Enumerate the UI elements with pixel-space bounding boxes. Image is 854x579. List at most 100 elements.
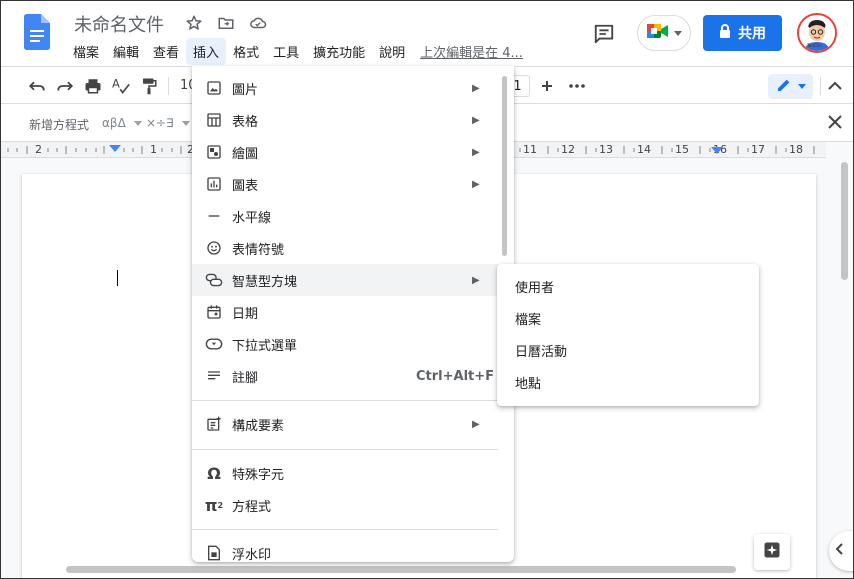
smart-chips-submenu: 使用者 檔案 日曆活動 地點: [497, 264, 759, 406]
docs-logo-icon[interactable]: [24, 14, 50, 50]
insert-menu: 圖片 ▶ 表格 ▶ 繪圖 ▶ 圖表 ▶ 水平線 表情符號 智慧型方塊 ▶ 日期 …: [192, 66, 514, 562]
submenu-item-place[interactable]: 地點: [497, 366, 759, 398]
ruler-tick-label: 18: [789, 143, 803, 156]
side-panel-toggle[interactable]: [829, 531, 854, 571]
menu-extensions[interactable]: 擴充功能: [306, 38, 372, 65]
chevron-down-icon: [674, 26, 682, 41]
greek-letters-menu[interactable]: αβΔ: [102, 116, 142, 130]
chevron-down-icon: [797, 79, 806, 94]
menu-item-horizontal-line[interactable]: 水平線: [192, 200, 514, 232]
right-indent-marker[interactable]: [711, 147, 723, 154]
text-cursor: [117, 270, 118, 286]
avatar-caption: TedChn: [807, 43, 822, 48]
menu-help[interactable]: 說明: [372, 38, 412, 65]
submenu-arrow-icon: ▶: [472, 82, 480, 94]
ruler-tick-label: 13: [599, 143, 613, 156]
pencil-icon: [776, 77, 792, 97]
menu-item-special-characters[interactable]: Ω 特殊字元: [192, 457, 514, 489]
footnote-icon: [204, 366, 224, 386]
menu-divider: [192, 529, 498, 530]
spellcheck-icon[interactable]: A: [110, 75, 132, 97]
cloud-status-icon[interactable]: [247, 12, 269, 34]
toolbar-divider: [820, 77, 821, 95]
vertical-scrollbar[interactable]: [839, 158, 849, 562]
menu-bar: 檔案 編輯 查看 插入 格式 工具 擴充功能 說明 上次編輯是在 4...: [66, 37, 523, 65]
meet-button[interactable]: [637, 15, 691, 51]
ruler-tick-label: 12: [561, 143, 575, 156]
chart-icon: [204, 174, 224, 194]
menu-view[interactable]: 查看: [146, 38, 186, 65]
dropdown-icon: [204, 334, 224, 354]
menu-item-building-blocks[interactable]: 構成要素 ▶: [192, 408, 514, 440]
move-folder-icon[interactable]: [215, 12, 237, 34]
submenu-item-people[interactable]: 使用者: [497, 270, 759, 302]
submenu-arrow-icon: ▶: [472, 114, 480, 126]
building-blocks-icon: [204, 414, 224, 434]
drawing-icon: [204, 142, 224, 162]
scrollbar-thumb[interactable]: [841, 162, 848, 280]
operators-menu[interactable]: ×÷∃: [146, 116, 190, 130]
avatar[interactable]: TedChn: [797, 13, 837, 53]
ruler-tick-label: 15: [675, 143, 689, 156]
scrollbar-thumb[interactable]: [66, 566, 736, 573]
smart-chips-icon: [204, 270, 224, 290]
ruler-tick-label: 1: [150, 143, 157, 156]
submenu-item-file[interactable]: 檔案: [497, 302, 759, 334]
menu-divider: [192, 449, 498, 450]
menu-insert[interactable]: 插入: [186, 37, 227, 65]
lock-icon: [719, 24, 731, 42]
editing-mode-button[interactable]: [768, 74, 813, 99]
menu-item-image[interactable]: 圖片 ▶: [192, 72, 514, 104]
redo-icon[interactable]: [54, 75, 76, 97]
submenu-arrow-icon: ▶: [472, 146, 480, 158]
svg-text:A: A: [112, 77, 120, 91]
menu-item-chart[interactable]: 圖表 ▶: [192, 168, 514, 200]
image-icon: [204, 78, 224, 98]
menu-item-footnote[interactable]: 註腳 Ctrl+Alt+F: [192, 360, 514, 392]
collapse-menus-icon[interactable]: [824, 75, 846, 97]
share-button[interactable]: 共用: [703, 15, 782, 51]
submenu-item-calendar-event[interactable]: 日曆活動: [497, 334, 759, 366]
menu-scrollbar[interactable]: [502, 76, 507, 256]
horizontal-line-icon: [204, 206, 224, 226]
left-indent-marker[interactable]: [109, 145, 121, 152]
ruler-tick-label: 11: [523, 143, 537, 156]
last-edit-link[interactable]: 上次編輯是在 4...: [420, 42, 523, 61]
share-label: 共用: [738, 26, 766, 42]
undo-icon[interactable]: [26, 75, 48, 97]
chevron-down-icon: [133, 121, 142, 126]
comment-history-icon[interactable]: [590, 20, 618, 48]
menu-item-drawing[interactable]: 繪圖 ▶: [192, 136, 514, 168]
paint-format-icon[interactable]: [138, 75, 160, 97]
menu-item-dropdown[interactable]: 下拉式選單: [192, 328, 514, 360]
new-equation-button[interactable]: 新增方程式: [29, 116, 89, 133]
more-options-icon[interactable]: [566, 75, 588, 97]
menu-file[interactable]: 檔案: [66, 38, 106, 65]
ruler-tick-label: 17: [751, 143, 765, 156]
increase-font-size-icon[interactable]: [536, 75, 558, 97]
watermark-icon: [204, 543, 224, 562]
menu-divider: [192, 400, 498, 401]
star-icon[interactable]: [183, 12, 205, 34]
chevron-down-icon: [181, 121, 190, 126]
menu-tools[interactable]: 工具: [266, 38, 306, 65]
menu-item-equation[interactable]: π2 方程式: [192, 489, 514, 521]
print-icon[interactable]: [82, 75, 104, 97]
toolbar-divider: [168, 77, 169, 95]
menu-item-watermark[interactable]: 浮水印: [192, 537, 514, 562]
menu-item-table[interactable]: 表格 ▶: [192, 104, 514, 136]
menu-item-emoji[interactable]: 表情符號: [192, 232, 514, 264]
table-icon: [204, 110, 224, 130]
pi-icon: π2: [204, 495, 224, 515]
menu-item-date[interactable]: 日期: [192, 296, 514, 328]
app-header: 未命名文件 檔案 編輯 查看 插入 格式 工具 擴充功能 說明 上次編輯是在 4…: [0, 0, 854, 66]
submenu-arrow-icon: ▶: [472, 178, 480, 190]
chevron-left-icon: [835, 543, 843, 559]
explore-button[interactable]: [754, 534, 790, 570]
document-title[interactable]: 未命名文件: [74, 11, 164, 37]
menu-item-smart-chips[interactable]: 智慧型方塊 ▶: [192, 264, 514, 296]
close-equation-bar-icon[interactable]: [826, 113, 844, 131]
horizontal-scrollbar[interactable]: [66, 566, 826, 574]
menu-edit[interactable]: 編輯: [106, 38, 146, 65]
menu-format[interactable]: 格式: [226, 38, 266, 65]
